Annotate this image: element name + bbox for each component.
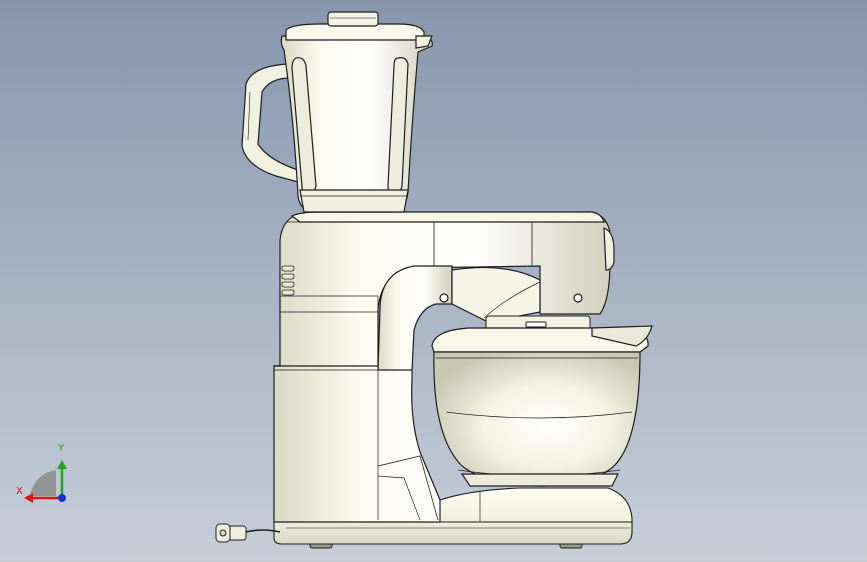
power-cord xyxy=(215,523,281,543)
model-view[interactable] xyxy=(0,0,867,562)
mixing-bowl xyxy=(431,325,653,487)
blender-jar xyxy=(241,11,433,213)
cad-viewport[interactable]: X Y xyxy=(0,0,867,562)
x-axis-label: X xyxy=(16,486,23,497)
y-axis-label: Y xyxy=(58,443,65,454)
